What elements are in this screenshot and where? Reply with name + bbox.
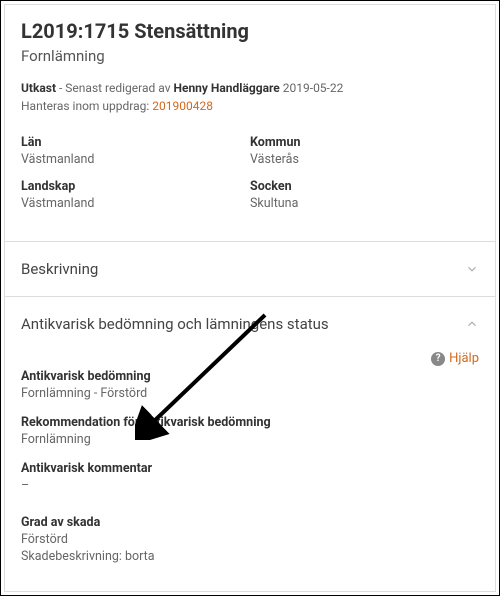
skada-label: Grad av skada: [21, 515, 479, 530]
assignment-link[interactable]: 201900428: [152, 99, 213, 113]
landskap-value: Västmanland: [21, 196, 250, 211]
skada-value: Förstörd: [21, 532, 479, 547]
help-label: Hjälp: [449, 351, 479, 366]
rekommendation-label: Rekommendation för antikvarisk bedömning: [21, 415, 479, 430]
kommentar-label: Antikvarisk kommentar: [21, 461, 479, 476]
lan-label: Län: [21, 135, 250, 150]
landskap-label: Landskap: [21, 179, 250, 194]
accordion-bedomning-header[interactable]: Antikvarisk bedömning och lämningens sta…: [5, 297, 495, 351]
kommun-label: Kommun: [250, 135, 479, 150]
editor-name: Henny Handläggare: [173, 81, 279, 95]
accordion-beskrivning-title: Beskrivning: [21, 260, 98, 278]
page-subtitle: Fornlämning: [21, 47, 479, 65]
socken-label: Socken: [250, 179, 479, 194]
status-badge: Utkast: [21, 81, 56, 95]
lan-value: Västmanland: [21, 152, 250, 167]
chevron-up-icon: [465, 317, 479, 331]
accordion-bedomning-title: Antikvarisk bedömning och lämningens sta…: [21, 315, 329, 333]
handled-prefix: Hanteras inom uppdrag:: [21, 99, 152, 113]
accordion-beskrivning-header[interactable]: Beskrivning: [5, 242, 495, 296]
kommentar-value: –: [21, 478, 479, 493]
accordion-beskrivning: Beskrivning: [5, 241, 495, 296]
chevron-down-icon: [465, 262, 479, 276]
accordion-bedomning-body: ? Hjälp Antikvarisk bedömning Fornlämnin…: [5, 351, 495, 580]
accordion-bedomning: Antikvarisk bedömning och lämningens sta…: [5, 296, 495, 580]
meta-status-line: Utkast - Senast redigerad av Henny Handl…: [21, 79, 479, 97]
help-link[interactable]: ? Hjälp: [431, 351, 479, 366]
page-title: L2019:1715 Stensättning: [21, 19, 479, 43]
status-text: - Senast redigerad av: [56, 81, 173, 95]
rekommendation-value: Fornlämning: [21, 432, 479, 447]
help-icon: ?: [431, 352, 445, 366]
antikvarisk-bedomning-label: Antikvarisk bedömning: [21, 369, 479, 384]
kommun-value: Västerås: [250, 152, 479, 167]
meta-assignment-line: Hanteras inom uppdrag: 201900428: [21, 97, 479, 115]
location-grid: Län Västmanland Landskap Västmanland Kom…: [5, 125, 495, 241]
socken-value: Skultuna: [250, 196, 479, 211]
antikvarisk-bedomning-value: Fornlämning - Förstörd: [21, 386, 479, 401]
skada-desc: Skadebeskrivning: borta: [21, 549, 479, 564]
edit-date: 2019-05-22: [280, 81, 344, 95]
